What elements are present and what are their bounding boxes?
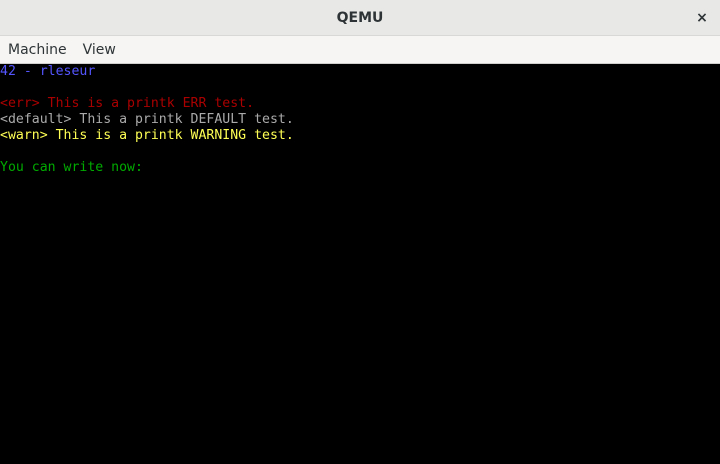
title-bar[interactable]: QEMU × bbox=[0, 0, 720, 36]
terminal-line-err: <err> This is a printk ERR test. bbox=[0, 96, 255, 111]
terminal-line-warn: <warn> This is a printk WARNING test. bbox=[0, 128, 294, 143]
terminal-line-prompt: You can write now: bbox=[0, 160, 143, 175]
close-button[interactable]: × bbox=[690, 6, 714, 30]
menu-view[interactable]: View bbox=[75, 36, 124, 64]
qemu-window: QEMU × Machine View 42 - rleseur <err> T… bbox=[0, 0, 720, 464]
menu-machine[interactable]: Machine bbox=[0, 36, 75, 64]
terminal-line-header: 42 - rleseur bbox=[0, 64, 96, 79]
vm-display[interactable]: 42 - rleseur <err> This is a printk ERR … bbox=[0, 64, 720, 464]
window-title: QEMU bbox=[336, 10, 384, 26]
menu-bar: Machine View bbox=[0, 36, 720, 64]
terminal-line-default: <default> This a printk DEFAULT test. bbox=[0, 112, 294, 127]
